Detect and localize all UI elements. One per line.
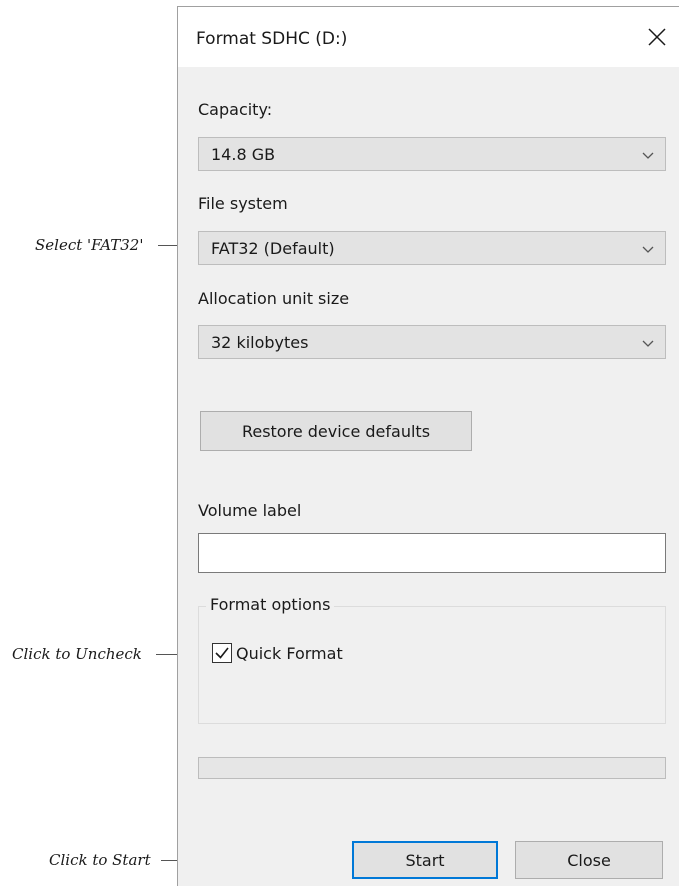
title-bar: Format SDHC (D:) bbox=[178, 7, 679, 67]
restore-defaults-button[interactable]: Restore device defaults bbox=[200, 411, 472, 451]
allocation-unit-label: Allocation unit size bbox=[198, 289, 350, 308]
file-system-label: File system bbox=[198, 194, 288, 213]
format-options-title: Format options bbox=[206, 595, 335, 614]
close-icon[interactable] bbox=[635, 15, 679, 59]
volume-label-input[interactable] bbox=[198, 533, 666, 573]
chevron-down-icon bbox=[642, 246, 654, 253]
checkmark-icon bbox=[215, 647, 229, 659]
file-system-select[interactable]: FAT32 (Default) bbox=[198, 231, 666, 265]
annotation-start: Click to Start bbox=[49, 851, 151, 869]
quick-format-checkbox[interactable] bbox=[212, 643, 232, 663]
chevron-down-icon bbox=[642, 152, 654, 159]
capacity-label: Capacity: bbox=[198, 100, 273, 119]
allocation-unit-select[interactable]: 32 kilobytes bbox=[198, 325, 666, 359]
format-dialog: Format SDHC (D:) Capacity: 14.8 GB File … bbox=[177, 6, 679, 886]
annotation-uncheck: Click to Uncheck bbox=[12, 645, 142, 663]
chevron-down-icon bbox=[642, 340, 654, 347]
format-options-group bbox=[198, 606, 666, 724]
allocation-unit-value: 32 kilobytes bbox=[211, 332, 309, 352]
close-button[interactable]: Close bbox=[515, 841, 663, 879]
capacity-select[interactable]: 14.8 GB bbox=[198, 137, 666, 171]
start-button[interactable]: Start bbox=[352, 841, 498, 879]
capacity-value: 14.8 GB bbox=[211, 144, 276, 164]
volume-label-label: Volume label bbox=[198, 501, 302, 520]
format-progress-bar bbox=[198, 757, 666, 779]
quick-format-label[interactable]: Quick Format bbox=[236, 644, 343, 663]
dialog-title: Format SDHC (D:) bbox=[196, 29, 348, 49]
file-system-value: FAT32 (Default) bbox=[211, 238, 335, 258]
annotation-select-fat32: Select 'FAT32' bbox=[35, 236, 144, 254]
